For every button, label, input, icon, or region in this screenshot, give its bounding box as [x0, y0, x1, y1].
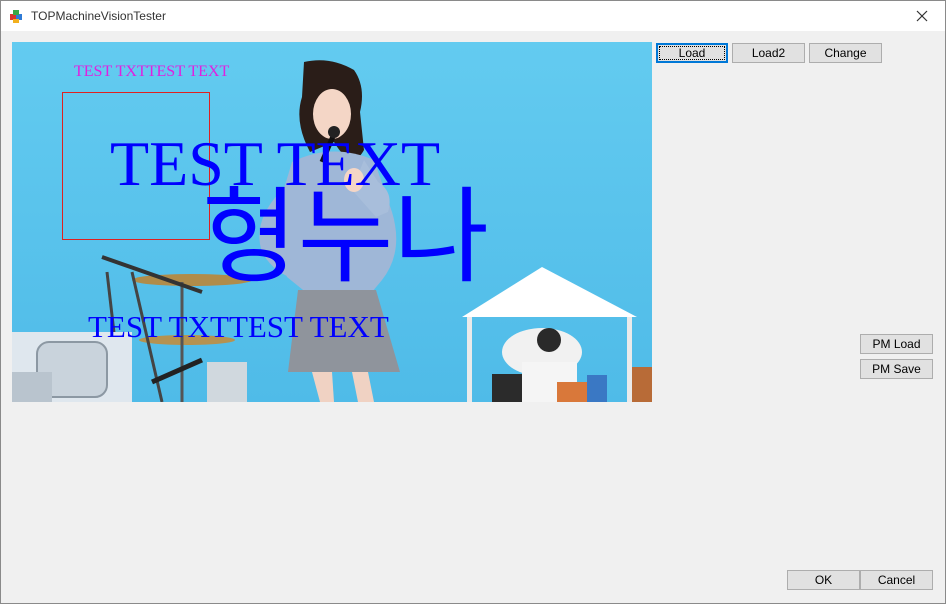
load-button[interactable]: Load	[656, 43, 728, 63]
change-button[interactable]: Change	[809, 43, 882, 63]
cancel-button[interactable]: Cancel	[860, 570, 933, 590]
overlay-text-bottom: TEST TXTTEST TEXT	[88, 309, 389, 344]
title-bar[interactable]: TOPMachineVisionTester	[1, 1, 945, 31]
pm-save-button[interactable]: PM Save	[860, 359, 933, 379]
window-title: TOPMachineVisionTester	[31, 9, 166, 23]
overlay-text-small: TEST TXTTEST TEXT	[74, 63, 230, 80]
pm-load-button[interactable]: PM Load	[860, 334, 933, 354]
app-icon	[9, 8, 25, 24]
main-window: TOPMachineVisionTester TEST TXTTEST TEXT…	[0, 0, 946, 604]
image-viewer[interactable]: TEST TXTTEST TEXT TEST TEXT 형누나 TEST TXT…	[12, 42, 652, 402]
ok-button[interactable]: OK	[787, 570, 860, 590]
close-icon	[916, 10, 928, 22]
overlay-text-korean: 형누나	[202, 176, 490, 298]
close-button[interactable]	[899, 1, 945, 31]
load2-button[interactable]: Load2	[732, 43, 805, 63]
